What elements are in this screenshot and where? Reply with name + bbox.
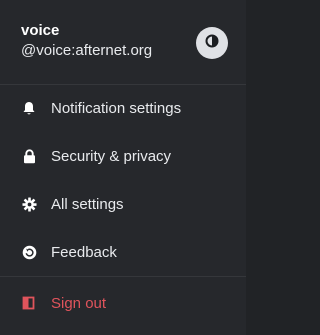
gear-icon (20, 195, 38, 213)
theme-toggle-button[interactable] (196, 27, 228, 59)
menu-item-feedback[interactable]: Feedback (0, 228, 246, 276)
signout-divider (0, 276, 246, 277)
menu-item-security-privacy[interactable]: Security & privacy (0, 132, 246, 180)
lock-icon (20, 147, 38, 165)
menu-item-label: Feedback (51, 243, 117, 261)
menu-item-sign-out[interactable]: Sign out (0, 279, 246, 327)
menu-item-label: Sign out (51, 294, 107, 312)
bell-icon (20, 99, 38, 117)
user-menu: voice @voice:afternet.org Notification s… (0, 0, 246, 335)
menu-item-notification-settings[interactable]: Notification settings (0, 84, 246, 132)
menu-item-label: Notification settings (51, 99, 182, 117)
menu-item-label: Security & privacy (51, 147, 172, 165)
user-header: voice @voice:afternet.org (0, 0, 246, 84)
half-circle-contrast-icon (205, 34, 219, 53)
sign-out-icon (20, 294, 38, 312)
menu-item-all-settings[interactable]: All settings (0, 180, 246, 228)
display-name: voice (21, 22, 60, 39)
user-id: @voice:afternet.org (21, 42, 153, 59)
feedback-icon (20, 243, 38, 261)
menu-item-label: All settings (51, 195, 124, 213)
